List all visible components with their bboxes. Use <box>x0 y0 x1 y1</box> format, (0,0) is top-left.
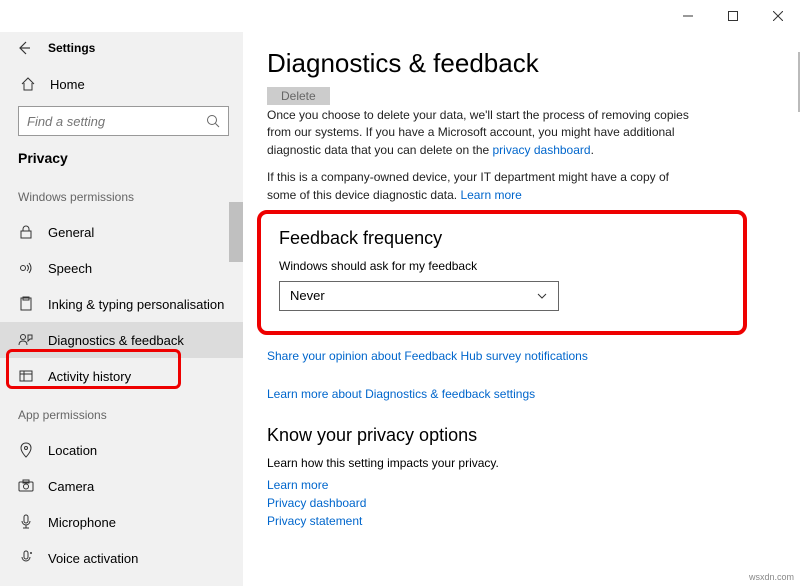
nav-label: General <box>48 225 94 240</box>
select-value: Never <box>290 288 325 303</box>
highlight-annotation-box: Feedback frequency Windows should ask fo… <box>257 210 747 335</box>
nav-general[interactable]: General <box>0 214 243 250</box>
nav-voice-activation[interactable]: Voice activation <box>0 540 243 576</box>
clipboard-icon <box>18 296 34 312</box>
app-title: Settings <box>48 41 95 55</box>
nav-activity[interactable]: Activity history <box>0 358 243 394</box>
microphone-icon <box>18 514 34 530</box>
nav-label: Microphone <box>48 515 116 530</box>
feedback-frequency-select[interactable]: Never <box>279 281 559 311</box>
back-button[interactable] <box>14 38 34 58</box>
know-privacy-sub: Learn how this setting impacts your priv… <box>267 456 772 470</box>
lock-icon <box>18 224 34 240</box>
feedback-icon <box>18 332 34 348</box>
chevron-down-icon <box>536 290 548 302</box>
feedback-frequency-title: Feedback frequency <box>279 228 725 249</box>
sidebar-scrollbar[interactable] <box>229 202 243 262</box>
feedback-hub-opinion-link[interactable]: Share your opinion about Feedback Hub su… <box>267 349 588 363</box>
location-icon <box>18 442 34 458</box>
nav-camera[interactable]: Camera <box>0 468 243 504</box>
group-windows-permissions: Windows permissions <box>0 176 243 214</box>
learn-more-diagnostics-link[interactable]: Learn more about Diagnostics & feedback … <box>267 387 535 401</box>
sidebar: Settings Home Privacy Windows permission… <box>0 32 243 586</box>
privacy-dashboard-link-2[interactable]: Privacy dashboard <box>267 496 366 510</box>
delete-button[interactable]: Delete <box>267 87 330 105</box>
category-title: Privacy <box>0 148 243 176</box>
watermark: wsxdn.com <box>749 572 794 582</box>
group-app-permissions: App permissions <box>0 394 243 432</box>
speech-icon <box>18 260 34 276</box>
nav-microphone[interactable]: Microphone <box>0 504 243 540</box>
know-privacy-title: Know your privacy options <box>267 425 772 446</box>
home-label: Home <box>50 77 85 92</box>
nav-label: Camera <box>48 479 94 494</box>
delete-description: Once you choose to delete your data, we'… <box>267 107 697 159</box>
learn-more-link-2[interactable]: Learn more <box>267 478 328 492</box>
maximize-button[interactable] <box>710 2 755 30</box>
nav-diagnostics[interactable]: Diagnostics & feedback <box>0 322 243 358</box>
nav-label: Speech <box>48 261 92 276</box>
nav-label: Diagnostics & feedback <box>48 333 184 348</box>
search-field[interactable] <box>27 114 206 129</box>
camera-icon <box>18 478 34 494</box>
content-area: Diagnostics & feedback Delete Once you c… <box>243 32 800 586</box>
privacy-statement-link[interactable]: Privacy statement <box>267 514 362 528</box>
feedback-label: Windows should ask for my feedback <box>279 259 725 273</box>
nav-label: Voice activation <box>48 551 138 566</box>
nav-label: Inking & typing personalisation <box>48 297 224 312</box>
privacy-dashboard-link[interactable]: privacy dashboard <box>493 143 591 157</box>
nav-label: Activity history <box>48 369 131 384</box>
nav-speech[interactable]: Speech <box>0 250 243 286</box>
nav-inking[interactable]: Inking & typing personalisation <box>0 286 243 322</box>
minimize-button[interactable] <box>665 2 710 30</box>
home-nav[interactable]: Home <box>0 68 243 102</box>
window-titlebar <box>0 0 800 32</box>
search-input[interactable] <box>18 106 229 136</box>
company-device-description: If this is a company-owned device, your … <box>267 169 697 204</box>
page-title: Diagnostics & feedback <box>267 48 772 79</box>
home-icon <box>20 76 36 92</box>
learn-more-link[interactable]: Learn more <box>460 188 521 202</box>
history-icon <box>18 368 34 384</box>
nav-label: Location <box>48 443 97 458</box>
search-icon <box>206 114 220 128</box>
nav-location[interactable]: Location <box>0 432 243 468</box>
close-button[interactable] <box>755 2 800 30</box>
voice-icon <box>18 550 34 566</box>
